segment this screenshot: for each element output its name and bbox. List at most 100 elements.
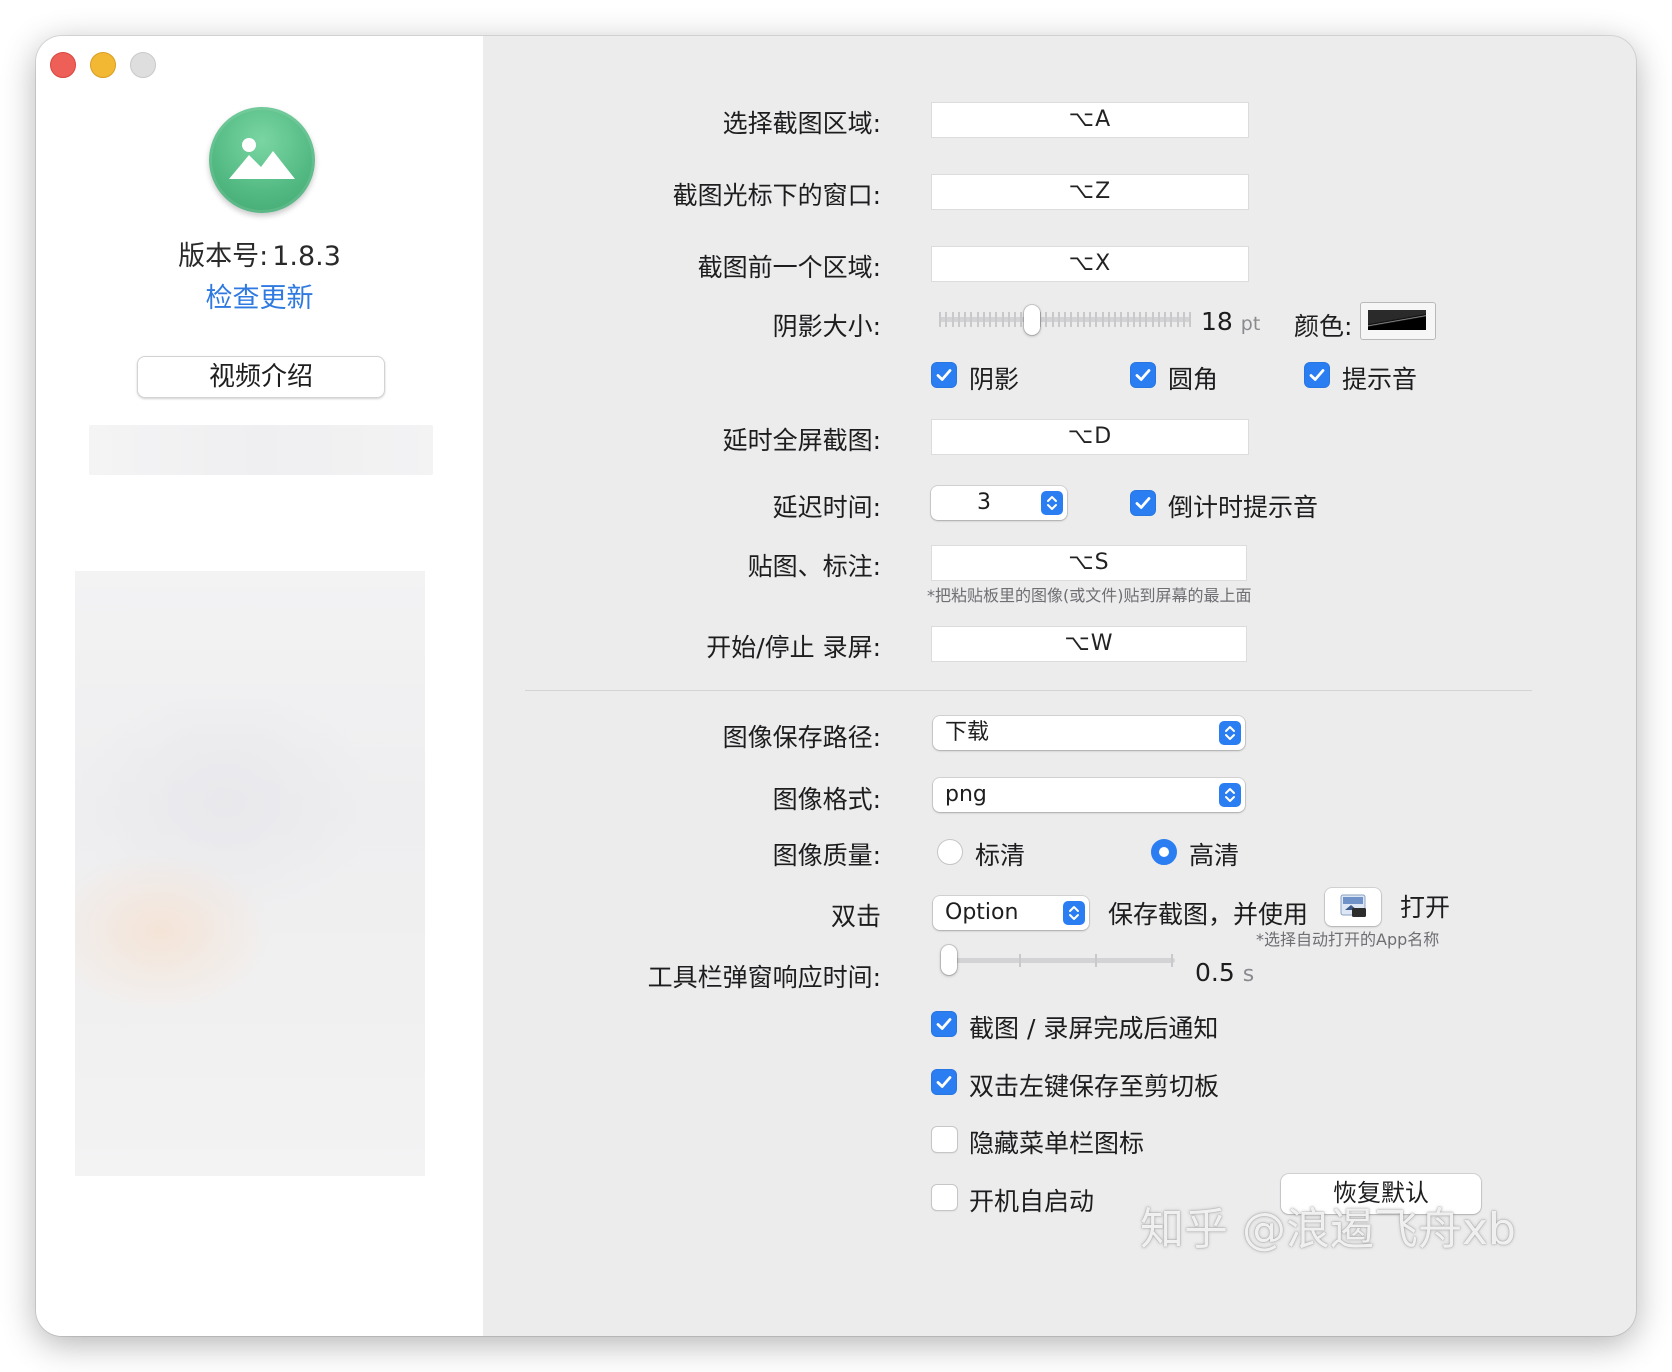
delayed-fullscreen-label: 延时全屏截图:: [722, 426, 881, 455]
double-click-open-text: 打开: [1400, 893, 1451, 922]
shadow-slider-tick: [1045, 312, 1047, 327]
window-under-cursor-shortcut-field[interactable]: ⌥Z: [931, 174, 1249, 210]
version-label: 版本号:: [178, 241, 269, 272]
quality-standard-label: 标清: [975, 841, 1026, 870]
video-intro-button[interactable]: 视频介绍: [137, 356, 385, 398]
shadow-color-well[interactable]: [1360, 302, 1436, 340]
section-divider: [525, 690, 1532, 691]
sound-checkbox[interactable]: [1304, 362, 1330, 388]
save-path-label: 图像保存路径:: [722, 723, 881, 752]
shadow-checkbox[interactable]: [931, 362, 957, 388]
hide-menubar-icon-label: 隐藏菜单栏图标: [969, 1129, 1145, 1158]
shadow-slider-tick: [964, 312, 966, 327]
toolbar-slider-tick: [1095, 954, 1097, 967]
shadow-slider-tick: [1095, 312, 1097, 327]
shadow-slider-tick: [952, 312, 954, 327]
delay-time-label: 延迟时间:: [772, 493, 881, 522]
shadow-checkbox-label: 阴影: [969, 365, 1020, 394]
shadow-slider-tick: [970, 312, 972, 327]
shadow-slider-tick: [1020, 312, 1022, 327]
popup-arrows-icon: [1219, 783, 1241, 807]
zoom-window-button[interactable]: [130, 52, 156, 78]
shadow-slider-tick: [1008, 312, 1010, 327]
shadow-slider-tick: [1133, 312, 1135, 327]
shadow-slider-tick: [958, 312, 960, 327]
shadow-slider-tick: [1158, 312, 1160, 327]
shadow-slider-tick: [1189, 312, 1191, 327]
version-value: 1.8.3: [272, 241, 341, 272]
shadow-slider-tick: [939, 312, 941, 327]
pin-annotate-label: 贴图、标注:: [747, 552, 881, 581]
preview-app-icon: [1340, 894, 1366, 917]
open-with-app-button[interactable]: [1325, 888, 1381, 926]
rounded-corners-checkbox[interactable]: [1130, 362, 1156, 388]
shadow-slider-tick: [1145, 312, 1147, 327]
record-label: 开始/停止 录屏:: [706, 633, 881, 662]
notify-after-capture-checkbox[interactable]: [931, 1011, 957, 1037]
rounded-corners-checkbox-label: 圆角: [1168, 365, 1219, 394]
window-under-cursor-label: 截图光标下的窗口:: [672, 181, 881, 210]
shadow-slider-tick: [1152, 312, 1154, 327]
countdown-sound-checkbox[interactable]: [1130, 490, 1156, 516]
shadow-color-swatch: [1368, 310, 1426, 330]
image-format-select[interactable]: png: [933, 778, 1245, 812]
check-update-link[interactable]: 检查更新: [36, 276, 483, 315]
sound-checkbox-label: 提示音: [1342, 365, 1418, 394]
double-click-modifier-select[interactable]: Option: [933, 896, 1089, 930]
shadow-color-label: 颜色:: [1294, 312, 1353, 341]
shadow-slider-tick: [1058, 312, 1060, 327]
shadow-value-unit: pt: [1240, 313, 1261, 335]
toolbar-delay-label: 工具栏弹窗响应时间:: [647, 963, 881, 992]
close-window-button[interactable]: [50, 52, 76, 78]
shadow-slider-tick: [1108, 312, 1110, 327]
shadow-slider-tick: [1052, 312, 1054, 327]
hide-menubar-icon-checkbox[interactable]: [931, 1126, 958, 1153]
image-quality-label: 图像质量:: [772, 841, 881, 870]
double-click-clipboard-checkbox[interactable]: [931, 1069, 957, 1095]
shadow-slider-tick: [1170, 312, 1172, 327]
toolbar-slider-knob[interactable]: [941, 945, 957, 975]
app-window: 版本号: 1.8.3 检查更新 视频介绍 选择截图区域: ⌥A 截图光标下的窗口:…: [36, 36, 1636, 1336]
watermark-text: 知乎 @浪遏飞舟xb: [1140, 1204, 1516, 1255]
shadow-slider-tick: [1064, 312, 1066, 327]
shadow-slider-tick: [945, 312, 947, 327]
shadow-slider-knob[interactable]: [1024, 305, 1040, 335]
shadow-size-value: 18 pt: [1201, 307, 1260, 336]
quality-high-radio[interactable]: [1151, 839, 1177, 865]
shadow-slider-tick: [1070, 312, 1072, 327]
minimize-window-button[interactable]: [90, 52, 116, 78]
blurred-image-area: [75, 571, 425, 1176]
double-click-hint: *选择自动打开的App名称: [1256, 930, 1440, 949]
stepper-arrows-icon[interactable]: [1041, 491, 1063, 515]
shadow-slider-tick: [989, 312, 991, 327]
double-click-label: 双击: [830, 902, 881, 931]
shadow-slider-tick: [1164, 312, 1166, 327]
blurred-text-area: [89, 425, 433, 475]
toolbar-slider-tick: [1019, 954, 1021, 967]
popup-arrows-icon: [1063, 901, 1085, 925]
record-shortcut-field[interactable]: ⌥W: [931, 626, 1247, 662]
previous-area-shortcut-field[interactable]: ⌥X: [931, 246, 1249, 282]
quality-standard-radio[interactable]: [937, 839, 963, 865]
pin-annotate-shortcut-field[interactable]: ⌥S: [931, 545, 1247, 581]
toolbar-delay-slider[interactable]: [941, 942, 1175, 978]
sidebar: 版本号: 1.8.3 检查更新 视频介绍: [36, 36, 483, 1336]
previous-area-label: 截图前一个区域:: [697, 253, 881, 282]
countdown-sound-label: 倒计时提示音: [1168, 493, 1319, 522]
popup-arrows-icon: [1219, 721, 1241, 745]
toolbar-delay-number: 0.5: [1195, 958, 1235, 987]
shadow-size-slider[interactable]: [939, 302, 1191, 338]
toolbar-slider-tick: [1171, 954, 1173, 967]
toolbar-delay-unit: s: [1242, 962, 1255, 987]
shadow-slider-tick: [1127, 312, 1129, 327]
delayed-fullscreen-shortcut-field[interactable]: ⌥D: [931, 419, 1249, 455]
select-area-shortcut-field[interactable]: ⌥A: [931, 102, 1249, 138]
shadow-slider-tick: [1114, 312, 1116, 327]
shadow-slider-tick: [1102, 312, 1104, 327]
launch-at-login-checkbox[interactable]: [931, 1184, 958, 1211]
delay-time-stepper[interactable]: 3: [931, 486, 1067, 520]
save-path-select[interactable]: 下载: [933, 716, 1245, 750]
shadow-slider-tick: [1089, 312, 1091, 327]
shadow-slider-tick: [983, 312, 985, 327]
double-click-modifier-value: Option: [945, 900, 1019, 925]
